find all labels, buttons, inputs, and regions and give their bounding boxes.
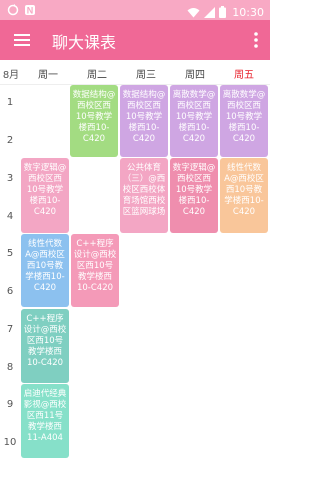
n-notification-icon: N — [23, 3, 37, 17]
status-bar: N 10:30 — [0, 0, 270, 20]
menu-icon[interactable] — [10, 28, 34, 52]
course-card[interactable]: 离散数学@西校区西10号教学楼西10-C420 — [170, 85, 218, 157]
month-label: 8月 — [2, 70, 20, 81]
course-card[interactable]: C++程序设计@西校区西10号教学楼西10-C420 — [21, 309, 69, 383]
day-header-thu: 周四 — [185, 70, 205, 81]
course-card[interactable]: 公共体育（三）@西校区西校体育场馆西校区篮网球场 — [120, 158, 168, 233]
day-header-tue: 周二 — [87, 70, 107, 81]
week-header: 8月 周一 周二 周三 周四 周五 — [0, 60, 270, 85]
period-number: 8 — [6, 362, 14, 373]
day-header-wed: 周三 — [136, 70, 156, 81]
period-number: 5 — [6, 248, 14, 259]
clock-time: 10:30 — [232, 6, 264, 19]
period-number: 6 — [6, 286, 14, 297]
period-number: 10 — [3, 437, 17, 448]
course-card[interactable]: 数据结构@西校区西10号教学楼西10-C420 — [120, 85, 168, 157]
course-card[interactable]: 数据结构@西校区西10号教学楼西10-C420 — [70, 85, 118, 157]
course-card[interactable]: 线性代数A@西校区西10号教学楼西10-C420 — [220, 158, 268, 233]
course-card[interactable]: 数字逻辑@西校区西10号教学楼西10-C420 — [170, 158, 218, 233]
overflow-menu-icon[interactable] — [248, 28, 264, 52]
sync-icon — [6, 3, 20, 17]
course-card[interactable]: 线性代数A@西校区西10号教学楼西10-C420 — [21, 234, 69, 307]
day-header-fri: 周五 — [234, 70, 254, 81]
course-card[interactable]: 数字逻辑@西校区西10号教学楼西10-C420 — [21, 158, 69, 233]
period-number: 4 — [6, 211, 14, 222]
course-card[interactable]: 离散数学@西校区西10号教学楼西10-C420 — [220, 85, 268, 157]
period-number: 9 — [6, 399, 14, 410]
period-number: 7 — [6, 324, 14, 335]
svg-text:N: N — [27, 6, 34, 16]
period-number: 1 — [6, 97, 14, 108]
period-number: 3 — [6, 173, 14, 184]
app-title: 聊大课表 — [52, 33, 117, 52]
day-header-mon: 周一 — [38, 70, 58, 81]
app-toolbar: 聊大课表 — [0, 20, 270, 60]
period-number: 2 — [6, 135, 14, 146]
course-card[interactable]: 启迪代经典影视@西校区西11号教学楼西11-A404 — [21, 384, 69, 458]
course-card[interactable]: C++程序设计@西校区西10号教学楼西10-C420 — [71, 234, 119, 307]
